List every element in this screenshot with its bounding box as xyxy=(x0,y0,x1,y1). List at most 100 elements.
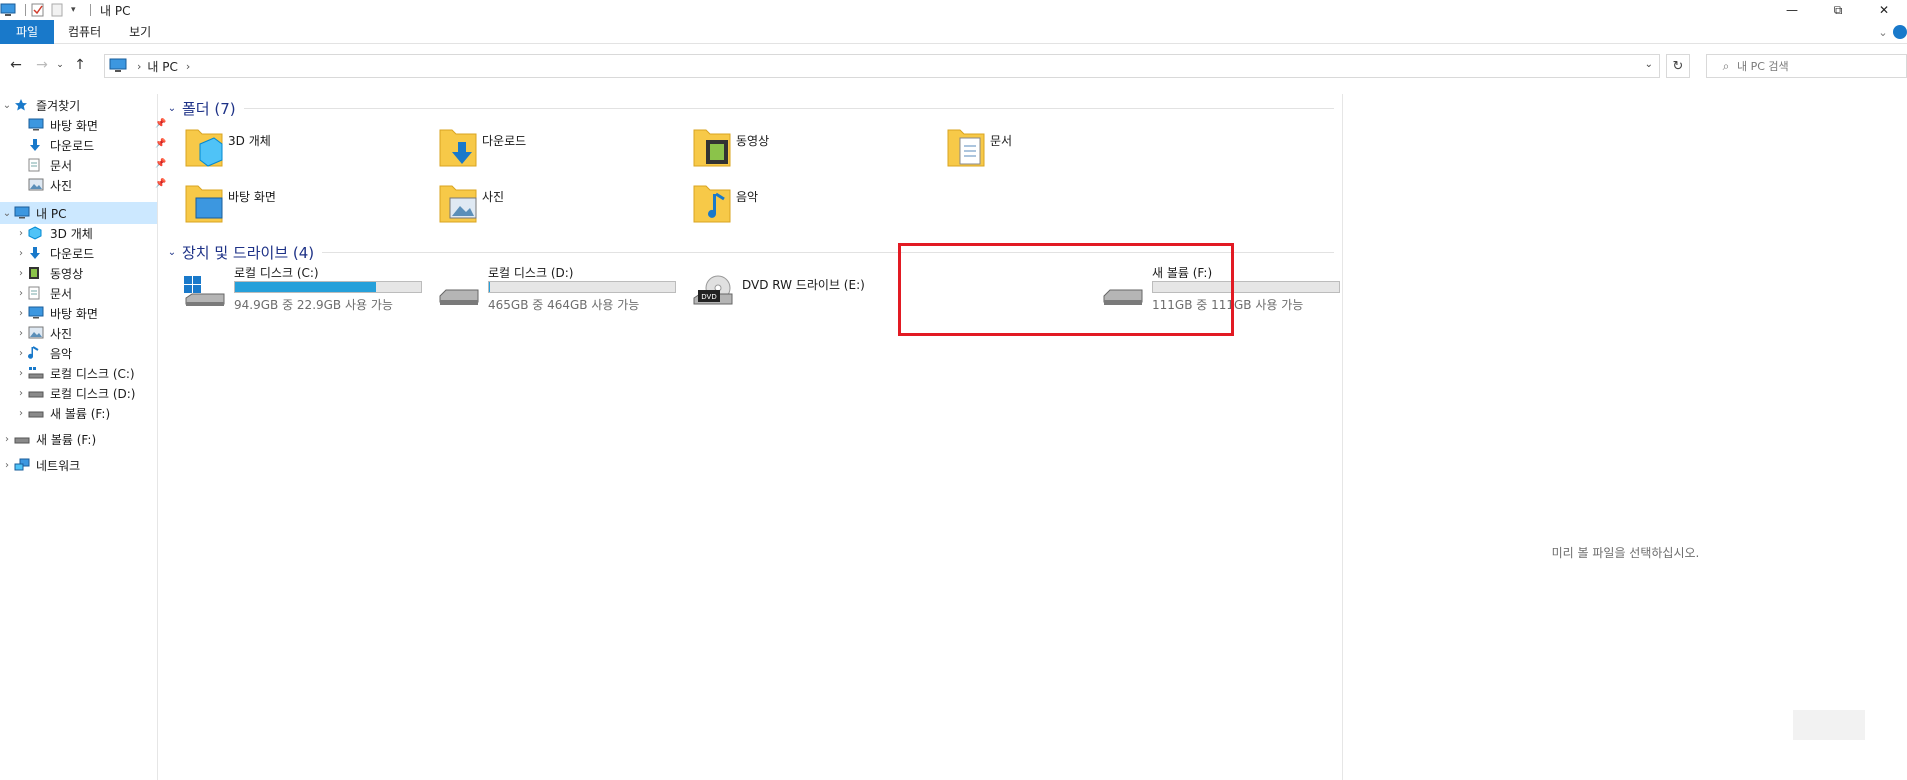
nav-label: 문서 xyxy=(50,286,73,301)
drive-icon xyxy=(28,386,44,400)
search-input[interactable] xyxy=(1737,59,1897,73)
nav-item-downloads[interactable]: › 다운로드 xyxy=(14,242,158,264)
chevron-down-icon[interactable]: ⌄ xyxy=(0,208,14,219)
chevron-right-icon[interactable]: › xyxy=(14,268,28,279)
chevron-right-icon[interactable]: › xyxy=(14,308,28,319)
forward-button[interactable]: → xyxy=(32,54,52,76)
folder-desktop[interactable]: 바탕 화면 xyxy=(184,180,414,232)
nav-item-volume-f[interactable]: › 새 볼륨 (F:) xyxy=(0,428,158,450)
nav-this-pc[interactable]: ⌄ 내 PC xyxy=(0,202,157,224)
folder-videos[interactable]: 동영상 xyxy=(692,124,922,176)
tab-file[interactable]: 파일 xyxy=(0,19,54,44)
nav-label: 로컬 디스크 (D:) xyxy=(50,386,136,401)
preview-message: 미리 볼 파일을 선택하십시오. xyxy=(1551,546,1700,560)
up-button[interactable]: ↑ xyxy=(70,54,90,76)
3d-objects-folder-icon xyxy=(184,124,224,168)
folder-music[interactable]: 음악 xyxy=(692,180,922,232)
search-icon: ⌕ xyxy=(1722,58,1730,73)
nav-item-desktop[interactable]: 바탕 화면 📌 xyxy=(14,114,166,136)
close-button[interactable]: ✕ xyxy=(1861,0,1907,20)
address-bar[interactable]: › 내 PC › ⌄ xyxy=(104,54,1660,78)
desktop-icon xyxy=(28,118,44,132)
new-folder-icon[interactable] xyxy=(51,3,67,17)
nav-item-downloads[interactable]: 다운로드 📌 xyxy=(14,134,166,156)
documents-folder-icon xyxy=(946,124,986,168)
minimize-button[interactable]: — xyxy=(1769,0,1815,20)
folder-label: 동영상 xyxy=(736,134,770,148)
folder-3d-objects[interactable]: 3D 개체 xyxy=(184,124,414,176)
nav-item-3d-objects[interactable]: › 3D 개체 xyxy=(14,222,158,244)
breadcrumb-separator[interactable]: › xyxy=(137,60,141,73)
pictures-folder-icon xyxy=(438,180,478,224)
breadcrumb-this-pc[interactable]: 내 PC xyxy=(147,58,177,75)
properties-icon[interactable] xyxy=(31,3,47,17)
chevron-right-icon[interactable]: › xyxy=(14,228,28,239)
this-pc-icon xyxy=(0,3,16,17)
chevron-right-icon[interactable]: › xyxy=(14,288,28,299)
chevron-right-icon[interactable]: › xyxy=(14,368,28,379)
nav-label: 동영상 xyxy=(50,266,84,281)
back-button[interactable]: ← xyxy=(6,54,26,76)
nav-item-drive-c[interactable]: › 로컬 디스크 (C:) xyxy=(14,362,158,384)
nav-label: 다운로드 xyxy=(50,246,95,261)
address-dropdown-icon[interactable]: ⌄ xyxy=(1645,59,1653,70)
tab-computer[interactable]: 컴퓨터 xyxy=(54,20,115,44)
videos-folder-icon xyxy=(692,124,732,168)
pictures-icon xyxy=(28,326,44,340)
chevron-down-icon[interactable]: ⌄ xyxy=(164,247,180,258)
chevron-down-icon[interactable]: ⌄ xyxy=(164,103,180,114)
chevron-down-icon[interactable]: ⌄ xyxy=(1873,26,1893,39)
nav-item-desktop[interactable]: › 바탕 화면 xyxy=(14,302,158,324)
nav-quick-access[interactable]: ⌄ 즐겨찾기 xyxy=(0,94,158,116)
chevron-right-icon[interactable]: › xyxy=(14,388,28,399)
drive-d[interactable]: 로컬 디스크 (D:) 465GB 중 464GB 사용 가능 xyxy=(436,262,686,318)
nav-label: 음악 xyxy=(50,346,73,361)
preview-pane: 미리 볼 파일을 선택하십시오. xyxy=(1342,94,1907,780)
drive-c[interactable]: 로컬 디스크 (C:) 94.9GB 중 22.9GB 사용 가능 xyxy=(182,262,432,318)
folder-label: 사진 xyxy=(482,190,505,204)
videos-icon xyxy=(28,266,44,280)
ribbon-tabs: 파일 컴퓨터 보기 ⌄ xyxy=(0,19,1907,44)
download-icon xyxy=(28,246,44,260)
nav-item-drive-d[interactable]: › 로컬 디스크 (D:) xyxy=(14,382,158,404)
nav-item-pictures[interactable]: › 사진 xyxy=(14,322,158,344)
chevron-right-icon[interactable]: › xyxy=(0,434,14,445)
ribbon-right-controls: ⌄ xyxy=(1873,20,1907,44)
quick-access-toolbar: ▾ 내 PC xyxy=(0,0,130,20)
drive-usage-bar xyxy=(488,281,676,293)
nav-item-pictures[interactable]: 사진 📌 xyxy=(14,174,166,196)
nav-item-music[interactable]: › 음악 xyxy=(14,342,158,364)
nav-item-documents[interactable]: › 문서 xyxy=(14,282,158,304)
chevron-right-icon[interactable]: › xyxy=(14,408,28,419)
customize-dropdown-icon[interactable]: ▾ xyxy=(71,3,81,17)
drive-icon xyxy=(14,432,30,446)
tab-view[interactable]: 보기 xyxy=(115,20,165,44)
refresh-button[interactable]: ↻ xyxy=(1666,54,1690,78)
folder-pictures[interactable]: 사진 xyxy=(438,180,668,232)
desktop-icon xyxy=(28,306,44,320)
help-icon[interactable] xyxy=(1893,25,1907,39)
drive-c-icon xyxy=(28,366,44,380)
title-bar: ▾ 내 PC — ⧉ ✕ xyxy=(0,0,1907,20)
nav-item-documents[interactable]: 문서 📌 xyxy=(14,154,166,176)
chevron-right-icon[interactable]: › xyxy=(0,460,14,471)
folder-label: 바탕 화면 xyxy=(228,190,276,204)
restore-button[interactable]: ⧉ xyxy=(1815,0,1861,20)
drive-free-space: 94.9GB 중 22.9GB 사용 가능 xyxy=(234,298,393,312)
chevron-right-icon[interactable]: › xyxy=(14,348,28,359)
search-box[interactable]: ⌕ xyxy=(1706,54,1907,78)
folder-label: 3D 개체 xyxy=(228,134,271,148)
nav-item-network[interactable]: › 네트워크 xyxy=(0,454,158,476)
chevron-right-icon[interactable]: › xyxy=(14,328,28,339)
folder-downloads[interactable]: 다운로드 xyxy=(438,124,668,176)
nav-item-drive-f[interactable]: › 새 볼륨 (F:) xyxy=(14,402,158,424)
chevron-right-icon[interactable]: › xyxy=(14,248,28,259)
chevron-down-icon[interactable]: ⌄ xyxy=(0,100,14,111)
folders-group-header[interactable]: ⌄ 폴더 (7) xyxy=(164,98,1334,118)
drive-icon xyxy=(28,406,44,420)
recent-locations-button[interactable]: ⌄ xyxy=(54,54,66,76)
nav-item-videos[interactable]: › 동영상 xyxy=(14,262,158,284)
folder-documents[interactable]: 문서 xyxy=(946,124,1176,176)
windows-drive-icon xyxy=(182,274,226,310)
breadcrumb-separator[interactable]: › xyxy=(186,60,190,73)
